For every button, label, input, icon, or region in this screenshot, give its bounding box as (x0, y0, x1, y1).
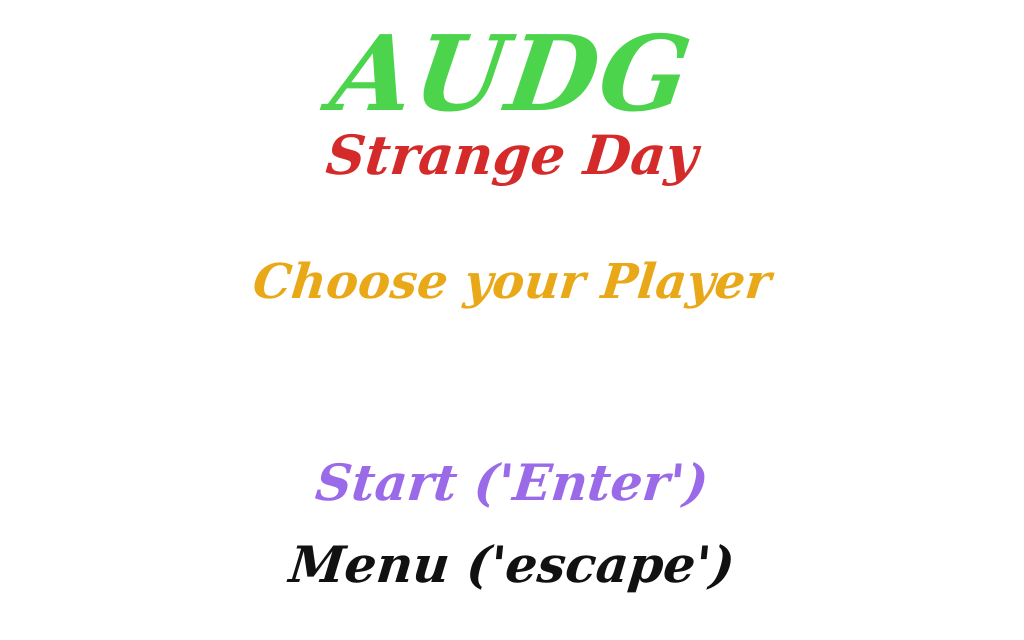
choose-player-heading: Choose your Player (250, 254, 774, 310)
game-title: AUDG (324, 12, 700, 135)
start-option[interactable]: Start ('Enter') (0, 453, 1024, 512)
menu-option[interactable]: Menu ('escape') (0, 535, 1024, 594)
game-subtitle: Strange Day (323, 123, 701, 187)
title-screen: AUDG Strange Day Choose your Player Star… (0, 0, 1024, 640)
